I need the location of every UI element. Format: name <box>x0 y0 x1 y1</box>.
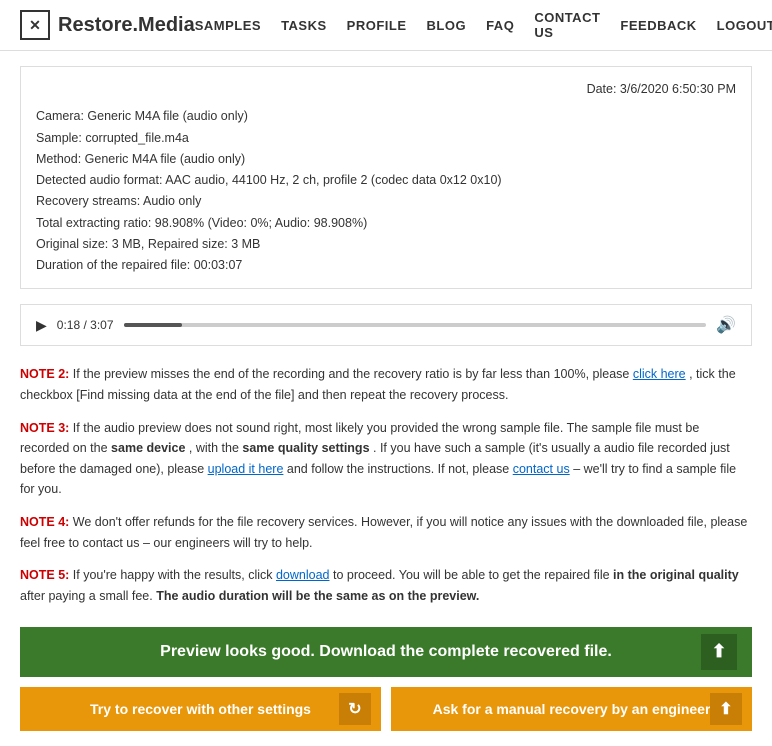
download-button[interactable]: Preview looks good. Download the complet… <box>20 627 752 677</box>
note-5-bold-2: The audio duration will be the same as o… <box>156 589 479 603</box>
logo-icon: ✕ <box>20 10 50 40</box>
info-line-1: Camera: Generic M4A file (audio only) <box>36 106 736 127</box>
date-line: Date: 3/6/2020 6:50:30 PM <box>36 79 736 100</box>
audio-player: ▶ 0:18 / 3:07 🔊 <box>20 304 752 346</box>
recover-other-settings-label: Try to recover with other settings <box>90 701 311 717</box>
info-line-6: Total extracting ratio: 98.908% (Video: … <box>36 213 736 234</box>
note-5-text-2: to proceed. You will be able to get the … <box>333 568 613 582</box>
note-5-link[interactable]: download <box>276 568 330 582</box>
download-button-label: Preview looks good. Download the complet… <box>160 643 612 661</box>
nav-contact[interactable]: CONTACT US <box>534 10 600 40</box>
info-line-2: Sample: corrupted_file.m4a <box>36 128 736 149</box>
nav-tasks[interactable]: TASKS <box>281 18 327 33</box>
note-3-link-1[interactable]: upload it here <box>208 462 284 476</box>
note-2: NOTE 2: If the preview misses the end of… <box>20 364 752 405</box>
note-3-bold-1: same device <box>111 441 185 455</box>
note-3-label: NOTE 3: <box>20 421 69 435</box>
info-box: Date: 3/6/2020 6:50:30 PM Camera: Generi… <box>20 66 752 289</box>
main-content: Date: 3/6/2020 6:50:30 PM Camera: Generi… <box>0 51 772 746</box>
info-line-7: Original size: 3 MB, Repaired size: 3 MB <box>36 234 736 255</box>
logo[interactable]: ✕ Restore.Media <box>20 10 195 40</box>
info-line-4: Detected audio format: AAC audio, 44100 … <box>36 170 736 191</box>
recover-other-settings-button[interactable]: Try to recover with other settings ↻ <box>20 687 381 731</box>
note-2-link[interactable]: click here <box>633 367 686 381</box>
secondary-buttons-row: Try to recover with other settings ↻ Ask… <box>20 687 752 731</box>
nav-profile[interactable]: PROFILE <box>347 18 407 33</box>
nav-feedback[interactable]: FEEDBACK <box>620 18 696 33</box>
info-line-5: Recovery streams: Audio only <box>36 191 736 212</box>
time-display: 0:18 / 3:07 <box>57 318 114 332</box>
note-3-text-2: , with the <box>189 441 243 455</box>
logo-text: Restore.Media <box>58 14 195 37</box>
note-5-label: NOTE 5: <box>20 568 69 582</box>
play-button[interactable]: ▶ <box>36 317 47 334</box>
volume-icon[interactable]: 🔊 <box>716 315 736 335</box>
note-2-label: NOTE 2: <box>20 367 69 381</box>
notes-section: NOTE 2: If the preview misses the end of… <box>20 364 752 606</box>
note-5-text-3: after paying a small fee. <box>20 589 156 603</box>
note-3-text-4: and follow the instructions. If not, ple… <box>287 462 513 476</box>
nav-logout[interactable]: LOGOUT <box>717 18 772 33</box>
nav-blog[interactable]: BLOG <box>427 18 467 33</box>
info-line-3: Method: Generic M4A file (audio only) <box>36 149 736 170</box>
note-3: NOTE 3: If the audio preview does not so… <box>20 418 752 501</box>
header: ✕ Restore.Media SAMPLES TASKS PROFILE BL… <box>0 0 772 51</box>
manual-recovery-label: Ask for a manual recovery by an engineer <box>433 701 711 717</box>
manual-recovery-icon: ⬆ <box>710 693 742 725</box>
note-3-bold-2: same quality settings <box>242 441 369 455</box>
recover-icon: ↻ <box>339 693 371 725</box>
manual-recovery-button[interactable]: Ask for a manual recovery by an engineer… <box>391 687 752 731</box>
note-3-link-2[interactable]: contact us <box>513 462 570 476</box>
info-line-8: Duration of the repaired file: 00:03:07 <box>36 255 736 276</box>
nav-faq[interactable]: FAQ <box>486 18 514 33</box>
progress-bar[interactable] <box>124 323 707 327</box>
note-4-label: NOTE 4: <box>20 515 69 529</box>
nav-samples[interactable]: SAMPLES <box>195 18 261 33</box>
note-2-text-before: If the preview misses the end of the rec… <box>73 367 633 381</box>
note-5: NOTE 5: If you're happy with the results… <box>20 565 752 606</box>
note-5-bold-1: in the original quality <box>613 568 739 582</box>
note-4: NOTE 4: We don't offer refunds for the f… <box>20 512 752 553</box>
progress-fill <box>124 323 182 327</box>
download-icon: ⬆ <box>701 634 737 670</box>
note-5-text-1: If you're happy with the results, click <box>73 568 276 582</box>
main-nav: SAMPLES TASKS PROFILE BLOG FAQ CONTACT U… <box>195 10 772 40</box>
note-4-text: We don't offer refunds for the file reco… <box>20 515 747 550</box>
